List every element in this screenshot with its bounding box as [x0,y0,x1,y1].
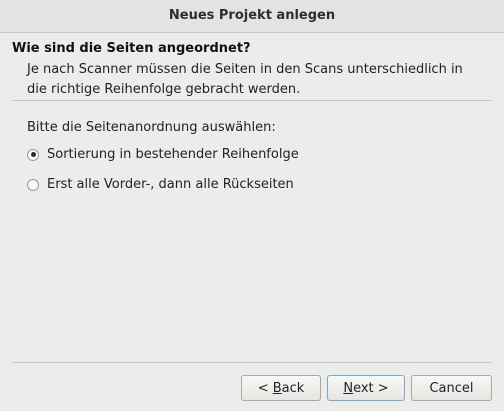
header-separator [12,100,492,101]
back-label-rest: ack [281,380,305,396]
window-title: Neues Projekt anlegen [168,8,336,23]
option-label[interactable]: Sortierung in bestehender Reihenfolge [47,147,299,162]
back-button[interactable]: < Back [241,375,321,401]
radio-button-selected[interactable] [27,148,39,161]
page-heading: Wie sind die Seiten angeordnet? [12,41,251,56]
radio-button[interactable] [27,178,39,191]
footer-separator [12,362,492,363]
wizard-header: Wie sind die Seiten angeordnet? Je nach … [0,33,504,100]
next-label-rest: ext > [353,380,389,396]
next-button[interactable]: Next > [327,375,405,401]
cancel-button[interactable]: Cancel [411,375,492,401]
back-prefix: < [257,380,273,396]
title-bar[interactable]: Neues Projekt anlegen [0,0,504,33]
selection-prompt: Bitte die Seitenanordnung auswählen: [27,120,276,135]
option-existing-order[interactable]: Sortierung in bestehender Reihenfolge [27,147,299,162]
option-front-then-back[interactable]: Erst alle Vorder-, dann alle Rückseiten [27,177,294,192]
page-description: Je nach Scanner müssen die Seiten in den… [27,60,487,100]
description-line-2: die richtige Reihenfolge gebracht werden… [27,82,301,97]
cancel-label: Cancel [429,380,474,396]
next-mnemonic: N [343,380,354,396]
description-line-1: Je nach Scanner müssen die Seiten in den… [27,62,463,77]
option-label[interactable]: Erst alle Vorder-, dann alle Rückseiten [47,177,294,192]
back-mnemonic: B [272,380,282,396]
